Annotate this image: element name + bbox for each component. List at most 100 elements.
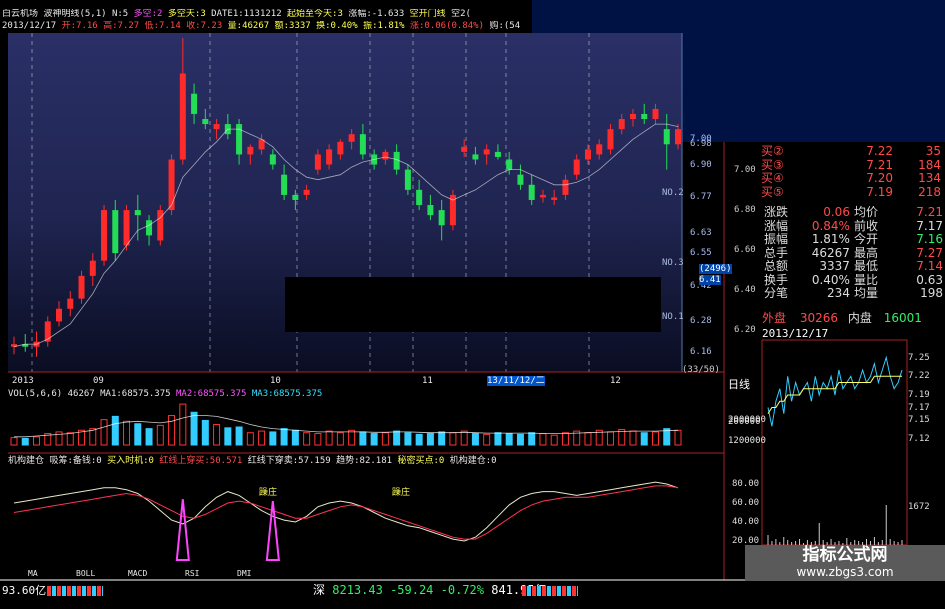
volume-bar [381,432,389,446]
candle-body [89,260,96,276]
tab-ma[interactable]: MA [28,569,38,579]
stat-value: 0.06 [823,205,850,219]
ind-t2: 买入时机:0 [107,456,154,466]
volume-bar [33,436,41,446]
candle-body [157,210,164,241]
candle-body [191,93,198,114]
volume-bar [516,433,524,446]
bid-row[interactable]: 买② 7.22 35 [759,144,943,159]
ind-t6: 秘密买点:0 [397,456,445,466]
vol-name: VOL(5,6,6) [8,389,63,399]
quote-price-tick: 6.40 [734,285,756,295]
status-mini-bars-left [47,586,103,596]
tab-dmi[interactable]: DMI [237,569,251,579]
inner-value: 16001 [883,311,922,325]
candle-body [641,113,648,120]
volume-bar [483,433,491,446]
volume-bar [145,428,153,446]
candle-body [404,169,411,190]
candle-body [573,159,580,175]
candle-body [629,113,636,120]
stat-label: 均价 [853,205,878,219]
volume-bar [269,431,277,446]
volume-bar [438,431,446,446]
vol-value: 46267 [67,389,95,399]
volume-bar [89,428,97,446]
bid-label: 买③ [761,157,784,172]
volume-bar [10,437,18,446]
volume-bar [471,433,479,446]
volume-bar [505,433,513,446]
buy-pulse-1 [265,500,280,561]
stat-label: 分笔 [764,286,789,300]
volume-bar [111,415,119,446]
bid-table: 买② 7.22 35 买③ 7.21 184 买④ 7.20 134 买⑤ 7.19 218 [759,144,943,200]
tab-boll[interactable]: BOLL [76,569,95,579]
bid-label: 买⑤ [761,184,784,199]
candle-body [584,149,591,160]
quote-volume-label: 200000 [728,417,761,427]
volume-bar [449,432,457,446]
bid-label: 买② [761,144,784,158]
bid-price: 7.19 [866,184,893,199]
candle-body [562,179,569,195]
ind-t5: 趋势:82.181 [336,456,393,466]
stat-value: 1.81% [811,232,850,246]
stat-row: 换手 0.40% 量比 0.63 [762,272,945,288]
bid-volume: 184 [918,157,941,172]
censor-block [285,277,661,332]
buy-pulse-0 [175,499,190,561]
stat-label: 换手 [764,272,789,287]
price-tick: 6.77 [690,192,712,203]
bid-row[interactable]: 买④ 7.20 134 [759,171,943,186]
volume-bar [539,433,547,446]
bid-label: 买④ [761,171,784,185]
bid-row[interactable]: 买⑤ 7.19 218 [759,184,943,200]
status-market: 深 [313,583,326,597]
tab-rsi[interactable]: RSI [185,569,199,579]
bottom-tabs: MA BOLL MACD RSI DMI [0,569,500,580]
date-label-2013: 2013 [12,376,34,386]
candle-body [551,197,558,200]
tab-macd[interactable]: MACD [128,569,147,579]
candle-body [44,321,51,342]
status-index-change: -59.24 [390,583,434,597]
stat-label: 最高 [853,245,878,260]
annotation-label-1: 躁庄 [259,488,278,498]
volume-bar [134,423,142,446]
volume-bar [66,432,74,446]
ind-t7: 机构建仓:0 [449,456,497,466]
candle-body [528,184,535,200]
watermark-line2: www.zbgs3.com [796,565,894,579]
volume-bar [359,431,367,446]
candle-body [652,108,659,120]
ind-t1: 吸筹:备钱:0 [49,456,102,466]
outer-inner-row: 外盘 30266 内盘 16001 [762,312,942,325]
mini-tick: 7.19 [908,390,930,400]
indicator-header: 机构建仓 吸筹:备钱:0 买入时机:0 红线上穿买:50.571 红线下穿卖:5… [8,456,497,466]
bid-row[interactable]: 买③ 7.21 184 [759,157,943,173]
candle-body [618,119,625,130]
stat-value: 234 [827,286,850,300]
volume-bar [415,433,423,446]
date-label-11: 11 [422,376,433,386]
mini-tick: 7.25 [908,352,930,363]
volume-bar [370,433,378,446]
candle-body [247,146,254,155]
stat-value: 0.84% [811,218,850,233]
bid-price: 7.20 [866,171,893,185]
candle-body [292,194,299,200]
kline-chart[interactable] [0,0,945,609]
status-mini-bars-right [522,586,578,596]
volume-bar [674,429,682,446]
volume-bar [213,424,221,446]
candle-body [326,149,333,165]
status-index-value: 8213.43 [332,583,383,597]
bid-volume: 134 [918,171,941,185]
vol-axis-label-2: 1200000 [728,436,766,446]
watermark: 指标公式网 www.zbgs3.com [745,545,945,581]
volume-bar [561,432,569,446]
no-label-3: NO.3 [662,258,684,268]
stat-row: 总额 3337 最低 7.14 [762,259,945,274]
candle-body [314,154,321,170]
